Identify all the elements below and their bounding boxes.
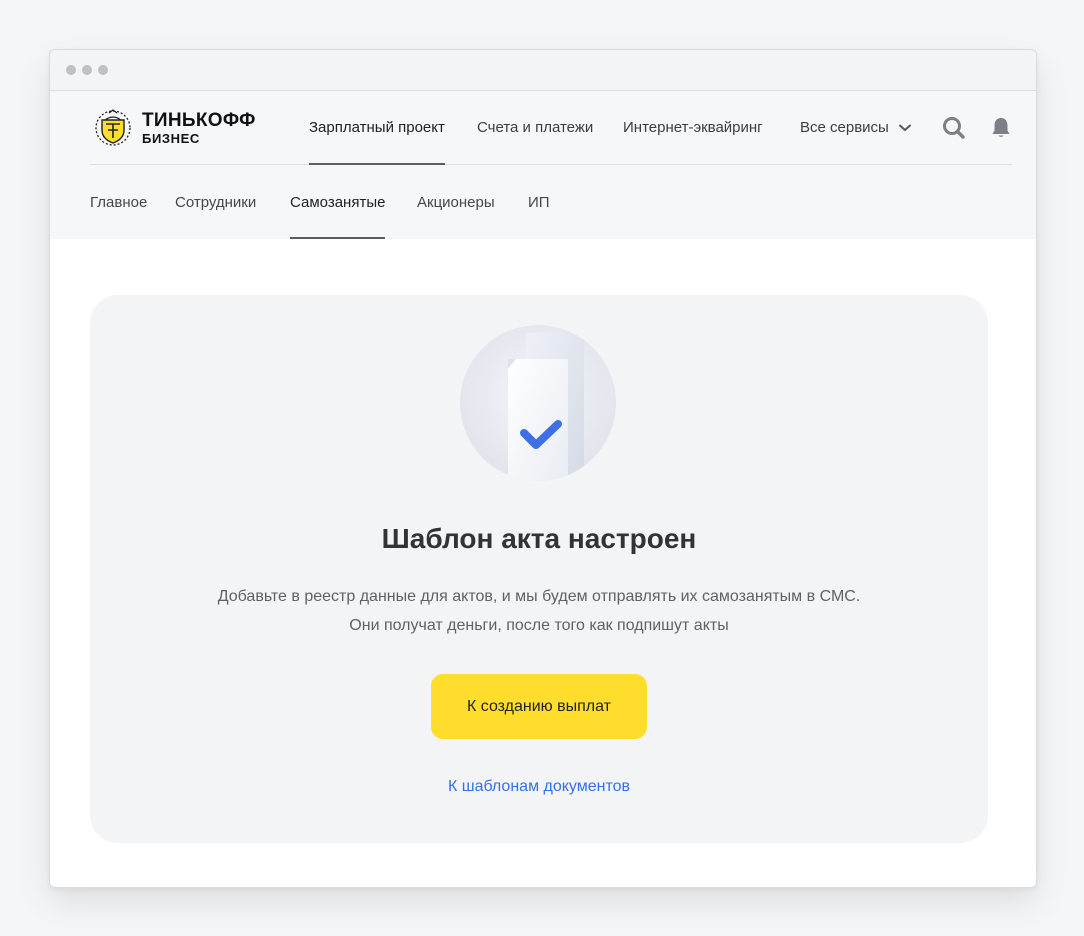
tinkoff-emblem-icon [95,109,131,146]
tab-label: Самозанятые [290,194,386,211]
window-control-dot[interactable] [66,65,76,75]
nav-label: Интернет-эквайринг [623,119,763,136]
nav-internet-acquiring[interactable]: Интернет-эквайринг [623,91,763,164]
tab-shareholders[interactable]: Акционеры [417,165,495,239]
document-templates-link[interactable]: К шаблонам документов [90,778,988,796]
nav-accounts-payments[interactable]: Счета и платежи [477,91,593,164]
window-titlebar [50,50,1036,91]
document-check-icon [460,325,616,481]
window-control-dot[interactable] [82,65,92,75]
card-description: Добавьте в реестр данные для актов, и мы… [90,582,988,640]
card-title: Шаблон акта настроен [381,523,697,554]
window-control-dot[interactable] [98,65,108,75]
main-nav: ТИНЬКОФФ БИЗНЕС Зарплатный проект Счета … [90,91,1012,165]
tab-self-employed[interactable]: Самозанятые [290,165,386,239]
template-configured-card: Шаблон акта настроен Добавьте в реестр д… [90,295,988,843]
tab-label: Сотрудники [175,194,257,211]
search-icon [943,117,965,139]
tab-label: Главное [90,194,148,211]
notifications-button[interactable] [988,115,1014,141]
tab-employees[interactable]: Сотрудники [175,165,256,239]
description-line: Добавьте в реестр данные для актов, и мы… [217,588,861,605]
nav-label: Зарплатный проект [309,119,445,136]
browser-window: ТИНЬКОФФ БИЗНЕС Зарплатный проект Счета … [49,49,1037,888]
bell-icon [992,118,1010,137]
tab-label: ИП [528,194,550,211]
app-header: ТИНЬКОФФ БИЗНЕС Зарплатный проект Счета … [50,91,1036,239]
nav-salary-project[interactable]: Зарплатный проект [309,91,445,165]
nav-label: Счета и платежи [477,119,594,136]
nav-all-services[interactable]: Все сервисы [800,91,911,164]
nav-label: Все сервисы [800,119,889,136]
brand-logo[interactable]: ТИНЬКОФФ БИЗНЕС [92,108,256,148]
tab-main[interactable]: Главное [90,165,147,239]
brand-subtitle: БИЗНЕС [142,131,200,146]
search-button[interactable] [941,115,967,141]
description-line: Они получат деньги, после того как подпи… [349,617,729,634]
create-payments-button[interactable]: К созданию выплат [431,674,647,739]
tab-label: Акционеры [417,194,495,211]
chevron-down-icon [899,124,911,132]
brand-name: ТИНЬКОФФ [142,110,256,131]
tab-individual-entrepreneurs[interactable]: ИП [528,165,550,239]
